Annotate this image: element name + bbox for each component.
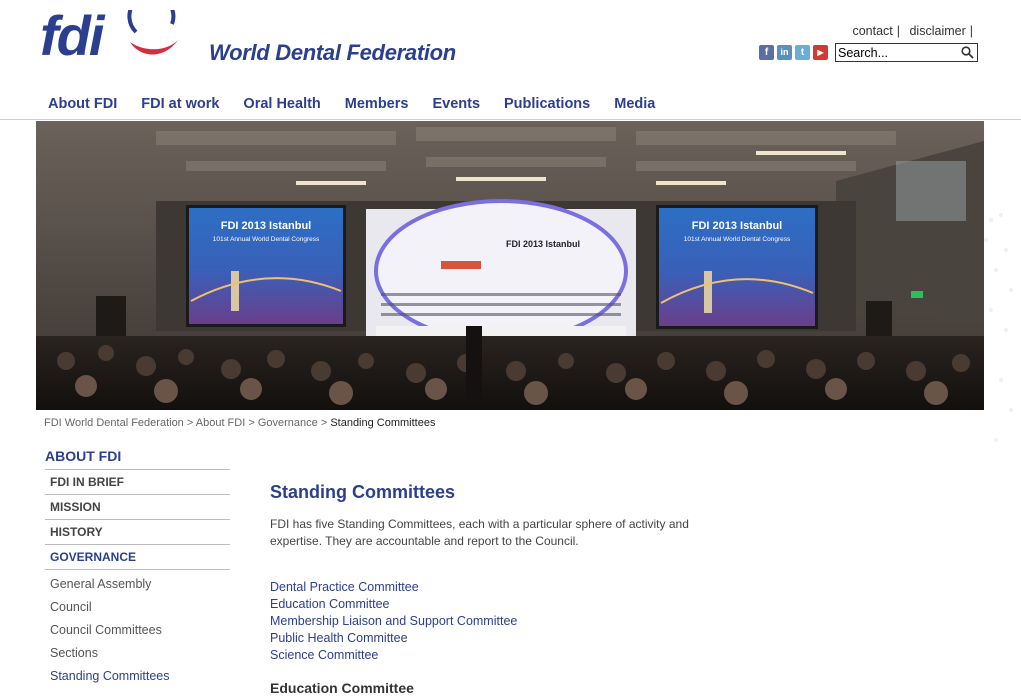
breadcrumb-separator: > xyxy=(186,417,196,429)
committee-link-education[interactable]: Education Committee xyxy=(270,596,517,613)
subitem-council-committees[interactable]: Council Committees xyxy=(50,623,170,646)
committee-list: Dental Practice Committee Education Comm… xyxy=(270,579,517,664)
fdi-logo[interactable]: fdi xyxy=(40,8,180,68)
search-input[interactable] xyxy=(836,44,956,62)
subitem-council[interactable]: Council xyxy=(50,600,170,623)
committee-link-dental-practice[interactable]: Dental Practice Committee xyxy=(270,579,517,596)
nav-events[interactable]: Events xyxy=(432,96,480,112)
nav-divider xyxy=(0,119,1021,120)
nav-oral-health[interactable]: Oral Health xyxy=(243,96,320,112)
breadcrumb-current: Standing Committees xyxy=(330,417,436,429)
right-screen-subtitle: 101st Annual World Dental Congress xyxy=(684,236,791,243)
contact-link[interactable]: contact xyxy=(852,24,892,38)
committee-link-public-health[interactable]: Public Health Committee xyxy=(270,630,517,647)
subitem-sections[interactable]: Sections xyxy=(50,646,170,669)
breadcrumb-about[interactable]: About FDI xyxy=(196,417,246,429)
breadcrumb-separator: > xyxy=(248,417,258,429)
committee-link-membership-liaison[interactable]: Membership Liaison and Support Committee xyxy=(270,613,517,630)
subitem-standing-committees[interactable]: Standing Committees xyxy=(50,669,170,692)
committee-link-science[interactable]: Science Committee xyxy=(270,647,517,664)
stage-title-text: FDI 2013 Istanbul xyxy=(506,239,580,249)
sidebar-item-fdi-in-brief[interactable]: FDI IN BRIEF xyxy=(45,470,230,495)
right-screen-title: FDI 2013 Istanbul xyxy=(692,220,782,232)
section-heading: Education Committee xyxy=(270,680,414,696)
disclaimer-link[interactable]: disclaimer xyxy=(909,24,965,38)
sidebar-item-governance[interactable]: GOVERNANCE xyxy=(45,545,230,570)
left-screen-subtitle: 101st Annual World Dental Congress xyxy=(213,236,320,243)
breadcrumb-governance[interactable]: Governance xyxy=(258,417,318,429)
subitem-general-assembly[interactable]: General Assembly xyxy=(50,577,170,600)
youtube-icon[interactable]: ▶ xyxy=(813,45,828,60)
breadcrumb: FDI World Dental Federation > About FDI … xyxy=(44,417,435,429)
sidebar-item-history[interactable]: HISTORY xyxy=(45,520,230,545)
sidebar-title[interactable]: ABOUT FDI xyxy=(45,448,121,464)
left-screen-title: FDI 2013 Istanbul xyxy=(221,220,311,232)
sidebar-item-mission[interactable]: MISSION xyxy=(45,495,230,520)
twitter-icon[interactable]: t xyxy=(795,45,810,60)
facebook-icon[interactable]: f xyxy=(759,45,774,60)
nav-media[interactable]: Media xyxy=(614,96,655,112)
nav-about-fdi[interactable]: About FDI xyxy=(48,96,117,112)
main-nav: About FDI FDI at work Oral Health Member… xyxy=(48,96,679,112)
search-icon[interactable] xyxy=(961,46,974,59)
logo-swoosh-icon xyxy=(127,10,178,55)
social-links: f in t ▶ xyxy=(759,45,828,60)
top-links: contact | disclaimer | xyxy=(852,24,973,38)
sidebar-menu: FDI IN BRIEF MISSION HISTORY GOVERNANCE xyxy=(45,470,230,570)
org-name: World Dental Federation xyxy=(209,40,456,65)
sidebar-submenu: General Assembly Council Council Committ… xyxy=(50,577,170,692)
intro-text: FDI has five Standing Committees, each w… xyxy=(270,517,689,548)
breadcrumb-separator: > xyxy=(320,417,331,429)
page-title: Standing Committees xyxy=(270,482,456,502)
nav-publications[interactable]: Publications xyxy=(504,96,590,112)
search-box xyxy=(835,43,978,62)
nav-fdi-at-work[interactable]: FDI at work xyxy=(141,96,219,112)
logo-text: fdi xyxy=(40,4,104,67)
hero-banner: FDI 2013 Istanbul FDI 2013 Istanbul 101s… xyxy=(36,121,984,410)
nav-members[interactable]: Members xyxy=(345,96,409,112)
conference-photo: FDI 2013 Istanbul FDI 2013 Istanbul 101s… xyxy=(36,121,984,410)
breadcrumb-home[interactable]: FDI World Dental Federation xyxy=(44,417,184,429)
linkedin-icon[interactable]: in xyxy=(777,45,792,60)
